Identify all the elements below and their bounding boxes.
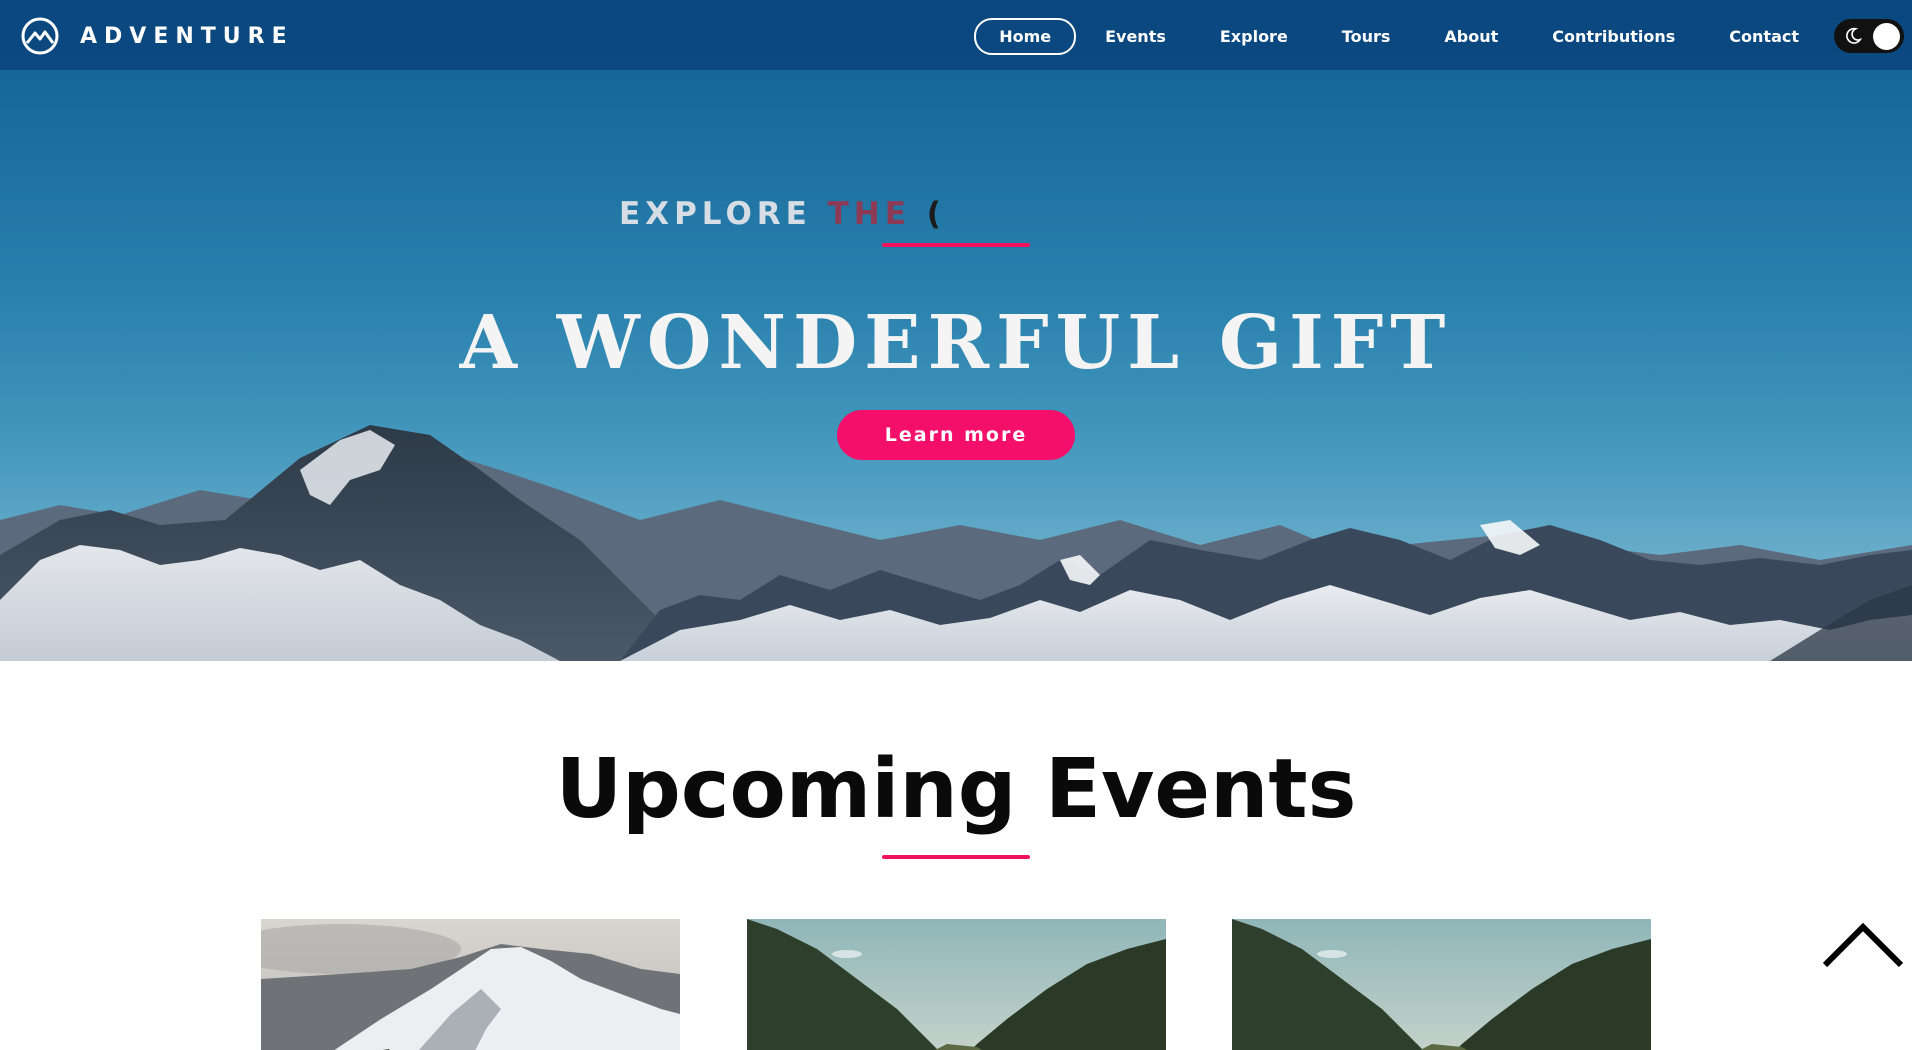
nav-item-explore[interactable]: Explore bbox=[1195, 18, 1313, 55]
nav-item-contact[interactable]: Contact bbox=[1704, 18, 1824, 55]
brand-home-link[interactable]: ADVENTURE bbox=[20, 16, 294, 56]
hero-title: A WONDERFUL GIFT bbox=[459, 300, 1453, 386]
toggle-knob bbox=[1873, 22, 1900, 50]
green-valley-image bbox=[1232, 919, 1651, 1050]
chevron-up-icon[interactable] bbox=[1820, 918, 1906, 970]
nav-item-contributions[interactable]: Contributions bbox=[1527, 18, 1700, 55]
hero-kicker-word-2: THE bbox=[827, 196, 911, 232]
event-card[interactable] bbox=[1232, 919, 1651, 1050]
theme-toggle[interactable] bbox=[1834, 19, 1904, 53]
nav-item-tours[interactable]: Tours bbox=[1317, 18, 1416, 55]
top-navbar: ADVENTURE Home Events Explore Tours Abou… bbox=[0, 0, 1912, 70]
learn-more-button[interactable]: Learn more bbox=[837, 410, 1075, 460]
event-card[interactable] bbox=[747, 919, 1166, 1050]
moon-icon bbox=[1846, 27, 1862, 44]
hero-kicker: EXPLORE THE ( bbox=[619, 196, 946, 232]
events-section-title: Upcoming Events bbox=[555, 742, 1357, 837]
nav-item-events[interactable]: Events bbox=[1080, 18, 1191, 55]
hero-kicker-word-3: ( bbox=[926, 196, 946, 232]
hero-kicker-underline bbox=[882, 243, 1030, 247]
brand-name: ADVENTURE bbox=[80, 23, 294, 49]
snowy-mountain-peak-image bbox=[261, 919, 680, 1050]
events-title-underline bbox=[882, 855, 1030, 859]
nav-item-home[interactable]: Home bbox=[974, 18, 1077, 55]
mountain-logo-icon bbox=[21, 17, 59, 55]
green-valley-image bbox=[747, 919, 1166, 1050]
nav-item-about[interactable]: About bbox=[1419, 18, 1523, 55]
event-card[interactable] bbox=[261, 919, 680, 1050]
hero-kicker-word-1: EXPLORE bbox=[619, 196, 812, 232]
main-nav: Home Events Explore Tours About Contribu… bbox=[970, 18, 1824, 55]
